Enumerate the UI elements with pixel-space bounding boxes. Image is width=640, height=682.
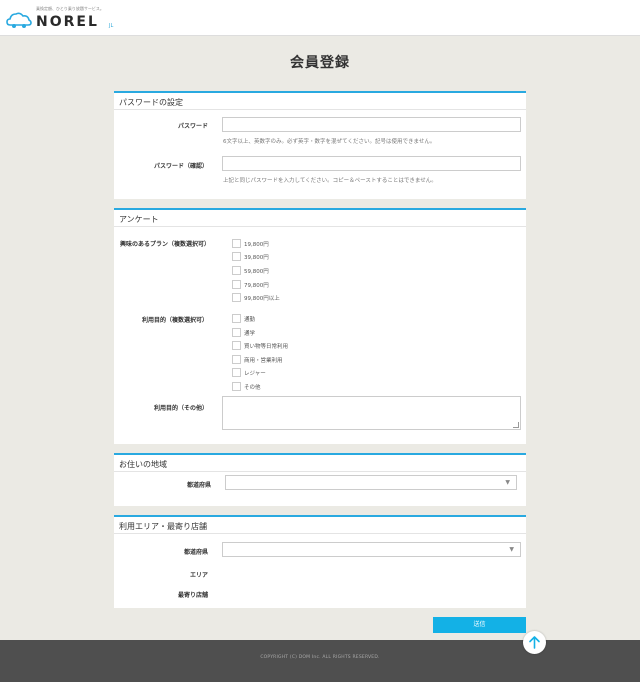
purpose-checkbox[interactable] [232, 368, 241, 377]
plan-option-label: 99,800円以上 [244, 296, 280, 302]
brand-name: NOREL [36, 14, 99, 30]
divider [114, 533, 526, 534]
prefecture-label: 都道府県 [186, 482, 211, 489]
purpose-option-label: レジャー [244, 371, 266, 377]
purpose-option-label: 商用・営業利用 [244, 358, 283, 364]
divider [114, 471, 526, 472]
plan-checkbox[interactable] [232, 252, 241, 261]
plan-option-label: 59,800円 [244, 269, 269, 275]
password-hint: 6文字以上、英数字のみ。必ず英字・数字を混ぜてください。記号は使用できません。 [223, 139, 436, 145]
section-title: アンケート [119, 215, 159, 224]
password-input[interactable] [222, 117, 521, 132]
arrow-up-icon [529, 636, 540, 649]
purpose-other-label: 利用目的（その他） [153, 405, 208, 412]
area-section: 利用エリア・最寄り店舗 都道府県 ▼ エリア 最寄り店舗 [114, 515, 526, 608]
password-confirm-hint: 上記と同じパスワードを入力してください。コピー＆ペーストすることはできません。 [223, 178, 437, 184]
site-logo[interactable]: 乗換定額、ひとり乗り放題サービス。 NOREL JL [6, 6, 126, 32]
area-prefecture-label: 都道府県 [183, 549, 208, 556]
plan-option-label: 79,800円 [244, 283, 269, 289]
brand-tagline: 乗換定額、ひとり乗り放題サービス。 [36, 6, 104, 11]
plan-option-label: 19,800円 [244, 242, 269, 248]
triangle-down-icon: ▼ [505, 479, 510, 486]
section-title: パスワードの設定 [119, 98, 183, 107]
plan-option-label: 39,800円 [244, 255, 269, 261]
area-prefecture-select[interactable]: ▼ [222, 542, 521, 557]
car-cloud-icon [6, 12, 32, 28]
triangle-down-icon: ▼ [509, 546, 514, 553]
region-section: お住いの地域 都道府県 ▼ [114, 453, 526, 506]
purpose-option-label: 買い物等日常利用 [244, 344, 289, 350]
purpose-label: 利用目的（複数選択可） [141, 317, 208, 324]
purpose-other-textarea[interactable] [222, 396, 521, 430]
purpose-checkbox[interactable] [232, 314, 241, 323]
plan-checkbox[interactable] [232, 239, 241, 248]
purpose-checkbox[interactable] [232, 382, 241, 391]
section-title: お住いの地域 [119, 460, 167, 469]
resize-handle-icon[interactable] [513, 422, 519, 428]
purpose-option-label: 通学 [244, 331, 256, 337]
plan-checkbox[interactable] [232, 280, 241, 289]
purpose-option-label: その他 [244, 385, 261, 391]
area-label: エリア [189, 572, 208, 579]
section-title: 利用エリア・最寄り店舗 [119, 522, 207, 531]
plan-checkbox[interactable] [232, 293, 241, 302]
purpose-option-label: 通勤 [244, 317, 256, 323]
copyright: COPYRIGHT (C) DOM Inc. ALL RIGHTS RESERV… [260, 655, 380, 660]
purpose-checkbox[interactable] [232, 328, 241, 337]
purpose-checkbox[interactable] [232, 355, 241, 364]
password-section: パスワードの設定 パスワード 6文字以上、英数字のみ。必ず英字・数字を混ぜてくだ… [114, 91, 526, 199]
survey-section: アンケート 興味のあるプラン（複数選択可） 19,800円 39,800円 59… [114, 208, 526, 444]
password-confirm-label: パスワード（確認） [153, 163, 208, 170]
store-label: 最寄り店舗 [177, 592, 208, 599]
plan-checkbox[interactable] [232, 266, 241, 275]
page-title: 会員登録 [290, 55, 350, 71]
site-header: 乗換定額、ひとり乗り放題サービス。 NOREL JL [0, 0, 640, 36]
password-confirm-input[interactable] [222, 156, 521, 171]
password-label: パスワード [177, 123, 208, 130]
submit-button[interactable]: 送信 [433, 617, 526, 633]
prefecture-select[interactable]: ▼ [225, 475, 517, 490]
purpose-checkbox[interactable] [232, 341, 241, 350]
brand-suffix: JL [109, 23, 114, 29]
divider [114, 226, 526, 227]
scroll-to-top-button[interactable] [523, 631, 546, 654]
divider [114, 109, 526, 110]
plan-label: 興味のあるプラン（複数選択可） [120, 241, 211, 248]
